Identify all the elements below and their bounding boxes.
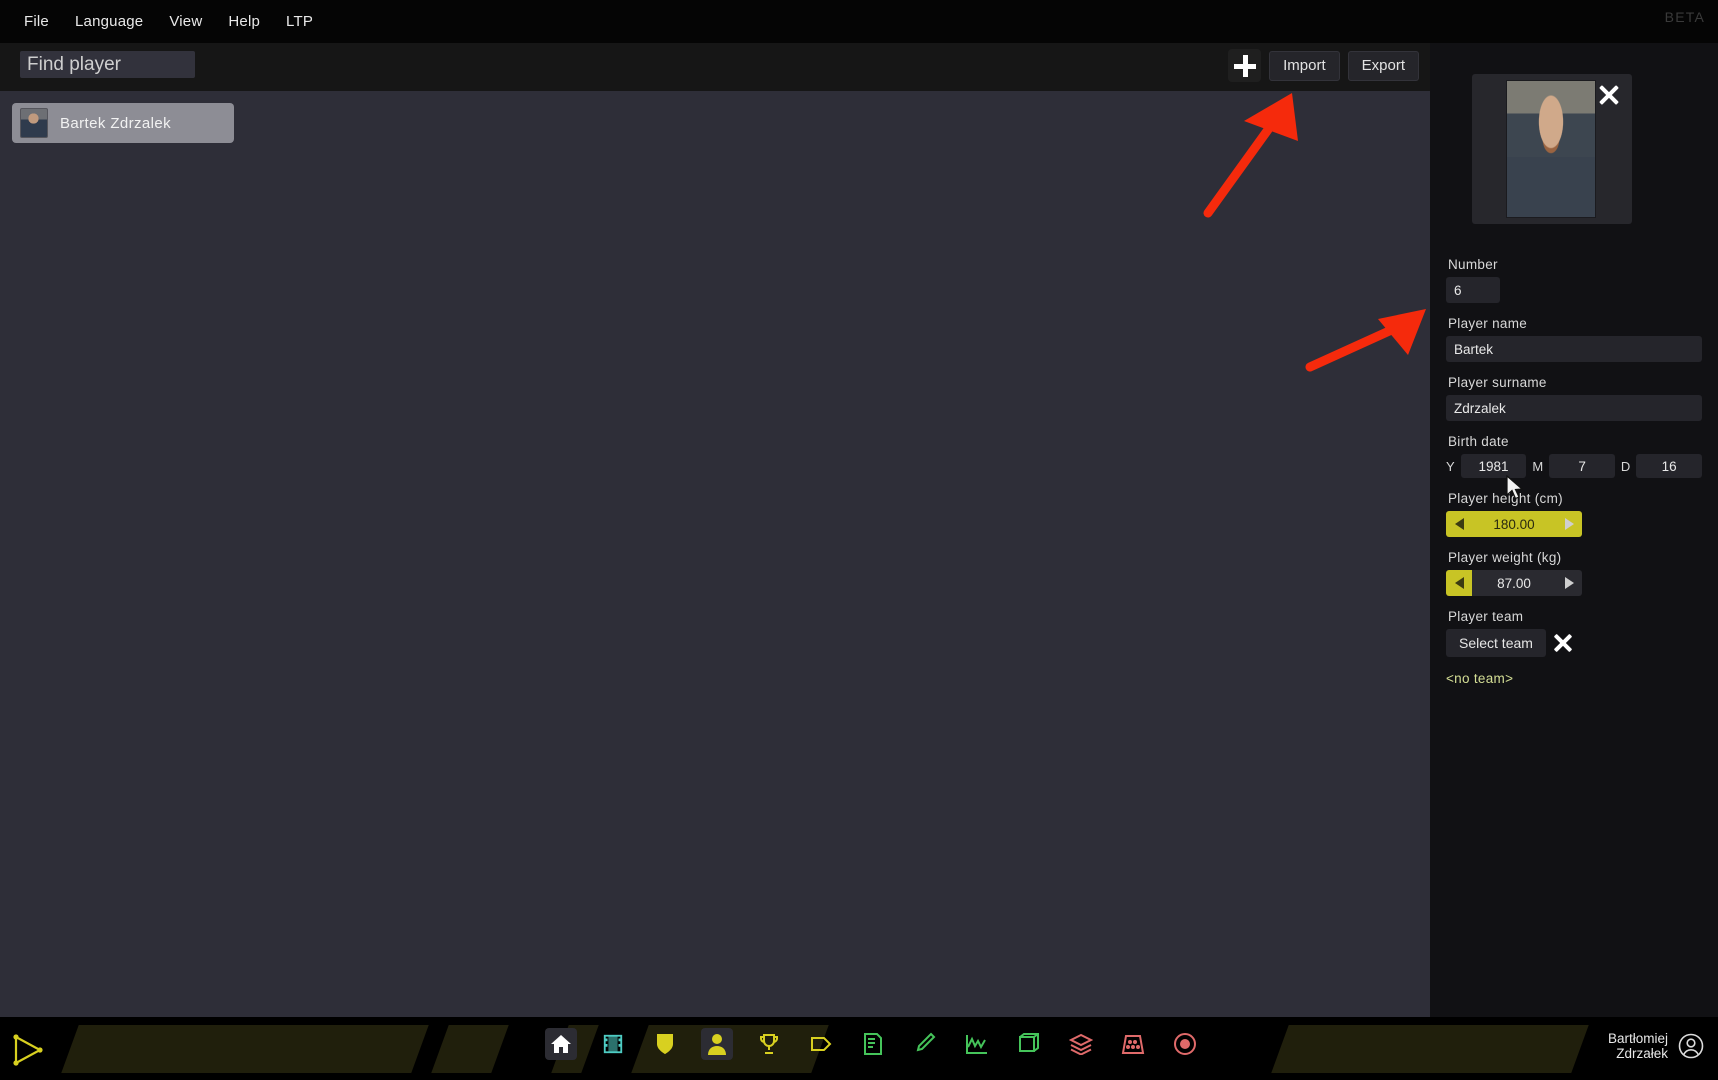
dock-person-icon[interactable] [701, 1028, 733, 1060]
user-avatar-icon[interactable] [1678, 1033, 1704, 1059]
bottom-dock-bar: Bartłomiej Zdrzałek [0, 1017, 1718, 1080]
dock-pen-icon[interactable] [909, 1028, 941, 1060]
dock-chart-icon[interactable] [961, 1028, 993, 1060]
menu-item-ltp[interactable]: LTP [273, 9, 326, 34]
field-player-height: Player height (cm) 180.00 [1446, 491, 1702, 537]
player-name-label: Player name [1448, 316, 1702, 331]
birth-date-label: Birth date [1448, 434, 1702, 449]
team-row: Select team [1446, 629, 1702, 657]
dock-film-icon[interactable] [597, 1028, 629, 1060]
birth-date-row: Y M D [1446, 454, 1702, 478]
player-detail-panel: Number Player name Player surname Birth … [1430, 43, 1718, 1017]
decor-stripe [431, 1025, 508, 1073]
dock-home-icon[interactable] [545, 1028, 577, 1060]
number-input[interactable] [1446, 277, 1500, 303]
height-increment-button[interactable] [1556, 511, 1582, 537]
dock-layers-icon[interactable] [1065, 1028, 1097, 1060]
decor-stripe [61, 1025, 428, 1073]
plus-icon [1234, 55, 1256, 77]
player-surname-input[interactable] [1446, 395, 1702, 421]
dock-record-icon[interactable] [1169, 1028, 1201, 1060]
year-key: Y [1446, 459, 1455, 474]
player-team-label: Player team [1448, 609, 1702, 624]
player-weight-label: Player weight (kg) [1448, 550, 1702, 565]
add-player-button[interactable] [1228, 49, 1261, 82]
field-birth-date: Birth date Y M D [1446, 434, 1702, 478]
player-height-stepper[interactable]: 180.00 [1446, 511, 1582, 537]
height-value: 180.00 [1472, 511, 1556, 537]
search-input[interactable] [20, 51, 195, 78]
icon-dock [545, 1028, 1201, 1060]
weight-increment-button[interactable] [1556, 570, 1582, 596]
menu-item-help[interactable]: Help [215, 9, 273, 34]
dock-shield-icon[interactable] [649, 1028, 681, 1060]
dock-court-icon[interactable] [1117, 1028, 1149, 1060]
dock-trophy-icon[interactable] [753, 1028, 785, 1060]
list-item-label: Bartek Zdrzalek [60, 115, 171, 132]
day-key: D [1621, 459, 1630, 474]
beta-badge: BETA [1665, 9, 1705, 25]
player-photo-card [1472, 74, 1632, 224]
menu-bar: File Language View Help LTP BETA [0, 0, 1718, 43]
field-number: Number [1446, 257, 1702, 303]
player-surname-label: Player surname [1448, 375, 1702, 390]
weight-decrement-button[interactable] [1446, 570, 1472, 596]
decor-stripe [1271, 1025, 1588, 1073]
height-decrement-button[interactable] [1446, 511, 1472, 537]
chevron-right-icon [1565, 518, 1574, 530]
menu-item-file[interactable]: File [11, 9, 62, 34]
player-list: Bartek Zdrzalek [0, 91, 1430, 1017]
month-key: M [1532, 459, 1543, 474]
dock-notebook-icon[interactable] [857, 1028, 889, 1060]
toolbar-actions: Import Export [1228, 49, 1419, 82]
birth-year-input[interactable] [1461, 454, 1527, 478]
birth-month-input[interactable] [1549, 454, 1615, 478]
avatar [20, 108, 48, 138]
chevron-left-icon [1455, 518, 1464, 530]
birth-day-input[interactable] [1636, 454, 1702, 478]
field-player-surname: Player surname [1446, 375, 1702, 421]
player-photo [1506, 80, 1596, 218]
player-workspace: Import Export Bartek Zdrzalek [0, 43, 1430, 1017]
chevron-left-icon [1455, 577, 1464, 589]
select-team-button[interactable]: Select team [1446, 629, 1546, 657]
app-logo-play-icon[interactable] [10, 1033, 44, 1067]
player-name-input[interactable] [1446, 336, 1702, 362]
list-item[interactable]: Bartek Zdrzalek [12, 103, 234, 143]
import-button[interactable]: Import [1269, 51, 1340, 81]
field-player-name: Player name [1446, 316, 1702, 362]
player-height-label: Player height (cm) [1448, 491, 1702, 506]
field-player-team: Player team Select team <no team> [1446, 609, 1702, 686]
chevron-right-icon [1565, 577, 1574, 589]
menu-item-view[interactable]: View [156, 9, 215, 34]
player-weight-stepper[interactable]: 87.00 [1446, 570, 1582, 596]
export-button[interactable]: Export [1348, 51, 1419, 81]
clear-team-icon[interactable] [1552, 630, 1574, 656]
player-toolbar: Import Export [0, 43, 1430, 91]
dock-cube-icon[interactable] [1013, 1028, 1045, 1060]
player-form: Number Player name Player surname Birth … [1446, 257, 1702, 699]
field-player-weight: Player weight (kg) 87.00 [1446, 550, 1702, 596]
current-team-value: <no team> [1446, 671, 1702, 686]
close-icon[interactable] [1598, 84, 1620, 106]
number-label: Number [1448, 257, 1702, 272]
menu-item-language[interactable]: Language [62, 9, 156, 34]
application-window: File Language View Help LTP BETA Import … [0, 0, 1718, 1080]
user-name-label: Bartłomiej Zdrzałek [1608, 1031, 1668, 1061]
weight-value: 87.00 [1472, 570, 1556, 596]
dock-whistle-icon[interactable] [805, 1028, 837, 1060]
user-account-area[interactable]: Bartłomiej Zdrzałek [1608, 1031, 1704, 1061]
